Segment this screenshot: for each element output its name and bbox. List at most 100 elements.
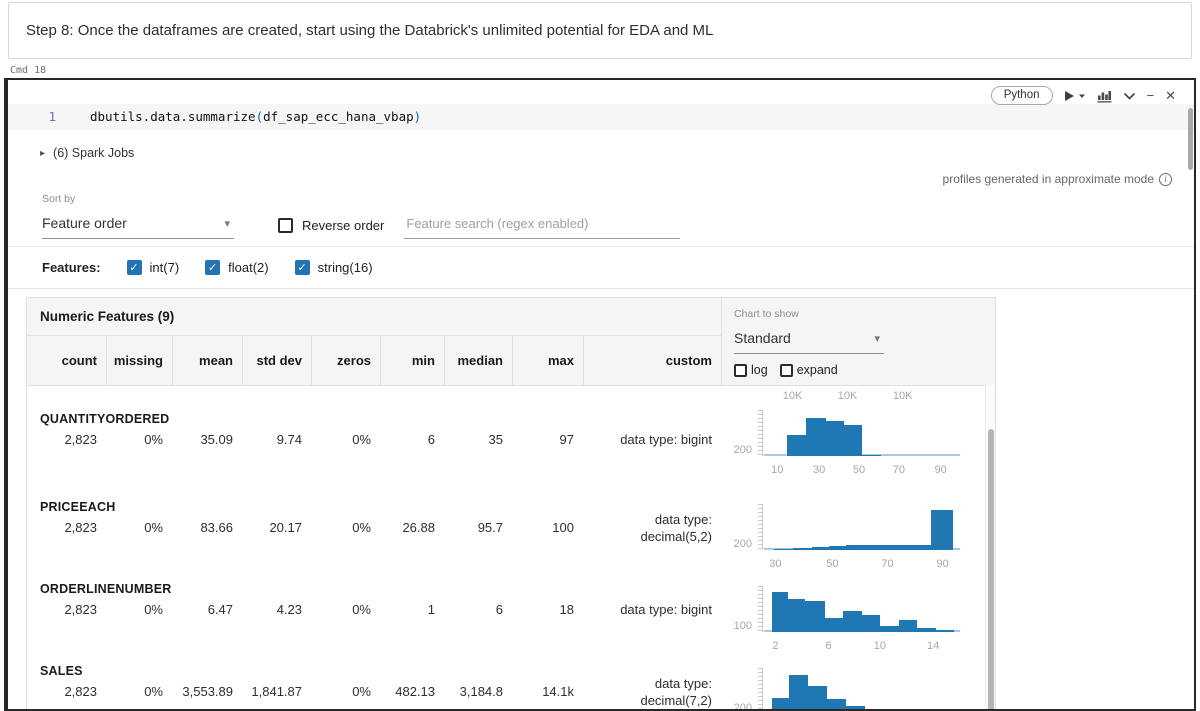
feature-row: ORDERLINENUMBER 2,8230%6.474.230%1618dat… [27, 574, 995, 656]
caret-down-icon: ▾ [874, 332, 880, 345]
histogram-bar [825, 618, 844, 632]
filter-float[interactable]: float(2) [205, 260, 268, 275]
code-line: dbutils.data.summarize(df_sap_ecc_hana_v… [90, 108, 421, 126]
expand-checkbox[interactable]: expand [780, 363, 838, 377]
checkbox-unchecked-icon[interactable] [734, 364, 747, 377]
line-number: 1 [8, 108, 56, 126]
cell-toolbar: Python − ✕ [991, 86, 1176, 105]
histogram-y-axis [755, 668, 763, 711]
histogram-plot[interactable]: 200 [764, 410, 954, 456]
value-cell: 3,553.89 [172, 683, 242, 711]
histogram-y-label: 200 [724, 702, 752, 711]
histogram-bar [772, 698, 789, 711]
sort-by-select[interactable]: Sort by Feature order ▾ [42, 193, 234, 239]
column-header-count: count [27, 336, 106, 385]
histogram-x-tick-label: 10 [771, 464, 783, 476]
value-cell: 26.88 [380, 519, 444, 553]
divider [8, 288, 1194, 289]
value-cell: 4.23 [242, 601, 311, 618]
value-cell: 35.09 [172, 431, 242, 448]
reverse-order-checkbox[interactable]: Reverse order [278, 218, 384, 233]
histogram-x-tick-label: 90 [935, 464, 947, 476]
notebook-cell: Python − ✕ 1 dbutils.data.summarize(df_s… [4, 78, 1196, 711]
histogram-plot[interactable]: 100 [764, 586, 954, 632]
code-editor[interactable]: 1 dbutils.data.summarize(df_sap_ecc_hana… [8, 104, 1194, 130]
value-cell: 9.74 [242, 431, 311, 448]
histogram-plot[interactable]: 200 [764, 668, 954, 711]
info-icon[interactable] [1159, 173, 1172, 186]
cell-scrollbar-thumb[interactable] [1188, 108, 1193, 170]
minimize-icon[interactable]: − [1147, 90, 1155, 102]
histogram-top-label: 10K [838, 390, 858, 402]
histogram-bar [843, 611, 862, 632]
value-cell: 482.13 [380, 683, 444, 711]
log-label: log [751, 363, 768, 377]
checkbox-unchecked-icon[interactable] [278, 218, 293, 233]
histogram-bar [772, 592, 788, 632]
histogram-x-labels: 261014 [764, 640, 987, 654]
value-cell: 1,841.87 [242, 683, 311, 711]
value-cell: 6.47 [172, 601, 242, 618]
checkbox-checked-icon[interactable] [205, 260, 220, 275]
value-cell: 3,184.8 [444, 683, 512, 711]
feature-filters-row: Features: int(7) float(2) string(16) [8, 247, 1194, 288]
close-icon[interactable]: ✕ [1165, 90, 1176, 102]
filter-string[interactable]: string(16) [295, 260, 373, 275]
value-cell: 0% [311, 601, 380, 618]
spark-jobs-toggle[interactable]: ▸ (6) Spark Jobs [40, 145, 1194, 161]
feature-histogram: 200 30507090 [722, 492, 987, 574]
spark-jobs-label: (6) Spark Jobs [53, 146, 134, 160]
value-cell: 0% [106, 431, 172, 448]
cmd-label: Cmd 18 [10, 65, 1200, 76]
histogram-bar [846, 545, 863, 550]
data-type-cell: data type:decimal(7,2) [583, 675, 721, 709]
approx-mode-note: profiles generated in approximate mode [8, 171, 1172, 187]
value-cell: 0% [311, 683, 380, 711]
column-header-max: max [512, 336, 583, 385]
column-header-std-dev: std dev [242, 336, 311, 385]
histogram-bar [862, 455, 881, 456]
histogram-x-tick-label: 30 [769, 558, 781, 570]
histogram-bar [789, 675, 808, 711]
chart-type-select[interactable]: Standard ▾ [734, 323, 884, 354]
value-cell: 83.66 [172, 519, 242, 553]
checkbox-checked-icon[interactable] [127, 260, 142, 275]
histogram-bar [880, 545, 897, 550]
histogram-bar [846, 706, 865, 711]
chevron-down-icon[interactable] [1123, 92, 1136, 100]
table-scrollbar-thumb[interactable] [988, 429, 994, 711]
search-input[interactable] [404, 216, 680, 238]
histogram-bar [787, 435, 806, 456]
profile-controls: Sort by Feature order ▾ Reverse order [42, 193, 1194, 239]
histogram-x-tick-label: 10 [874, 640, 886, 652]
feature-row: SALES 2,8230%3,553.891,841.870%482.133,1… [27, 656, 995, 711]
value-cell: 0% [311, 431, 380, 448]
histogram-bar [844, 425, 862, 456]
table-scrollbar[interactable] [985, 385, 995, 711]
histogram-x-tick-label: 30 [813, 464, 825, 476]
language-selector[interactable]: Python [991, 86, 1053, 105]
checkbox-checked-icon[interactable] [295, 260, 310, 275]
column-header-min: min [380, 336, 444, 385]
markdown-text: Step 8: Once the dataframes are created,… [26, 22, 713, 39]
histogram-bar [914, 545, 931, 550]
value-cell: 2,823 [27, 683, 106, 711]
value-cell: 35 [444, 431, 512, 448]
checkbox-unchecked-icon[interactable] [780, 364, 793, 377]
run-button[interactable] [1064, 90, 1086, 102]
value-cell: 6 [444, 601, 512, 618]
chart-view-icon[interactable] [1097, 89, 1112, 103]
markdown-cell[interactable]: Step 8: Once the dataframes are created,… [8, 2, 1192, 59]
filter-int[interactable]: int(7) [127, 260, 180, 275]
value-cell: 6 [380, 431, 444, 448]
histogram-plot[interactable]: 200 [764, 504, 954, 550]
histogram-y-label: 200 [724, 538, 752, 550]
sort-by-label: Sort by [42, 193, 234, 205]
histogram-bar [805, 601, 824, 632]
log-checkbox[interactable]: log [734, 363, 768, 377]
feature-row: PRICEEACH 2,8230%83.6620.170%26.8895.710… [27, 492, 995, 574]
histogram-y-axis [755, 410, 763, 456]
table-title: Numeric Features (9) [27, 298, 721, 336]
feature-search[interactable] [404, 215, 680, 239]
value-cell: 18 [512, 601, 583, 618]
